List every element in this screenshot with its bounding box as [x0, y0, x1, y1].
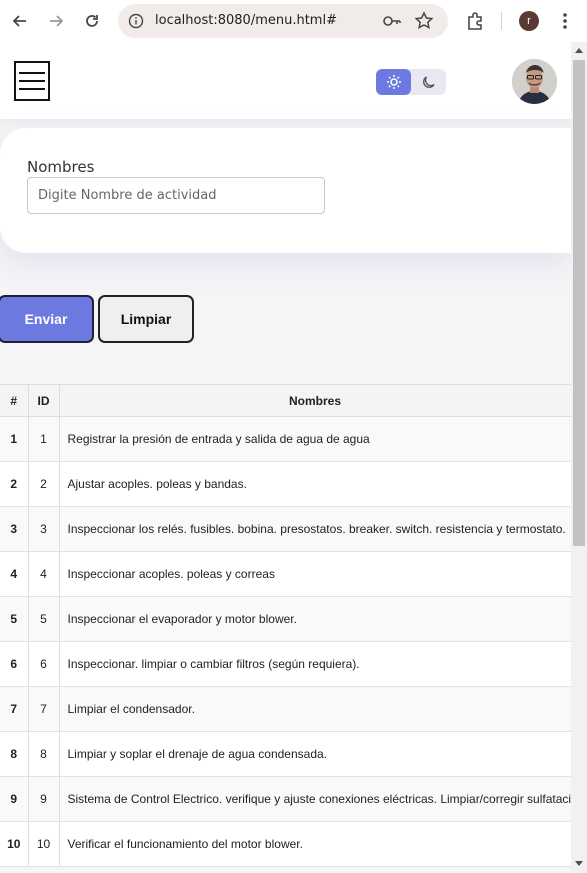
- profile-avatar[interactable]: r: [519, 11, 539, 31]
- row-name: Registrar la presión de entrada y salida…: [59, 416, 571, 462]
- row-name: Verificar el funcionamiento del motor bl…: [59, 821, 571, 867]
- row-number: 4: [0, 551, 29, 597]
- row-id: 1: [28, 416, 60, 462]
- scrollbar-thumb[interactable]: [573, 60, 585, 546]
- row-id: 8: [28, 731, 60, 777]
- column-header-number: #: [0, 384, 29, 417]
- row-number: 7: [0, 686, 29, 732]
- table-row[interactable]: 7 7 Limpiar el condensador.: [0, 686, 571, 732]
- toolbar-separator: [501, 12, 502, 30]
- browser-menu-icon[interactable]: [557, 9, 573, 33]
- user-avatar[interactable]: [512, 59, 557, 104]
- theme-toggle[interactable]: [376, 69, 446, 95]
- row-name: Inspeccionar. limpiar o cambiar filtros …: [59, 641, 571, 687]
- row-name: Ajustar acoples. poleas y bandas.: [59, 461, 571, 507]
- row-name: Inspeccionar los relés. fusibles. bobina…: [59, 506, 571, 552]
- row-id: 3: [28, 506, 60, 552]
- activity-form: Nombres: [0, 128, 571, 253]
- table-row[interactable]: 9 9 Sistema de Control Electrico. verifi…: [0, 776, 571, 822]
- row-number: 8: [0, 731, 29, 777]
- row-number: 3: [0, 506, 29, 552]
- extensions-puzzle-icon[interactable]: [464, 9, 488, 33]
- column-header-nombres: Nombres: [59, 384, 571, 417]
- row-name: Inspeccionar el evaporador y motor blowe…: [59, 596, 571, 642]
- row-name: Sistema de Control Electrico. verifique …: [59, 776, 571, 822]
- scroll-up-arrow-icon[interactable]: [575, 48, 583, 53]
- row-number: 9: [0, 776, 29, 822]
- light-theme-button[interactable]: [376, 69, 411, 95]
- row-number: 10: [0, 821, 29, 867]
- activity-name-input[interactable]: [27, 177, 325, 214]
- app-header: [0, 42, 571, 119]
- table-row[interactable]: 6 6 Inspeccionar. limpiar o cambiar filt…: [0, 641, 571, 687]
- table-header-row: # ID Nombres: [0, 384, 571, 417]
- dark-theme-button[interactable]: [411, 69, 446, 95]
- row-number: 6: [0, 641, 29, 687]
- row-id: 4: [28, 551, 60, 597]
- row-id: 9: [28, 776, 60, 822]
- table-row[interactable]: 3 3 Inspeccionar los relés. fusibles. bo…: [0, 506, 571, 552]
- row-id: 5: [28, 596, 60, 642]
- row-id: 7: [28, 686, 60, 732]
- vertical-scrollbar[interactable]: [571, 42, 587, 873]
- address-bar[interactable]: localhost:8080/menu.html#: [118, 4, 448, 38]
- table-row[interactable]: 1 1 Registrar la presión de entrada y sa…: [0, 416, 571, 462]
- nombres-label: Nombres: [27, 158, 95, 176]
- password-key-icon[interactable]: [382, 12, 402, 30]
- site-info-icon[interactable]: [128, 13, 144, 29]
- back-icon[interactable]: [8, 9, 32, 33]
- forward-icon[interactable]: [44, 9, 68, 33]
- scroll-down-arrow-icon[interactable]: [575, 861, 583, 866]
- send-button[interactable]: Enviar: [0, 295, 94, 343]
- moon-icon: [422, 76, 435, 88]
- table-row[interactable]: 4 4 Inspeccionar acoples. poleas y corre…: [0, 551, 571, 597]
- row-id: 2: [28, 461, 60, 507]
- column-header-id: ID: [28, 384, 60, 417]
- reload-icon[interactable]: [80, 9, 104, 33]
- table-row[interactable]: 10 10 Verificar el funcionamiento del mo…: [0, 821, 571, 867]
- bookmark-star-icon[interactable]: [414, 11, 434, 31]
- row-number: 5: [0, 596, 29, 642]
- table-row[interactable]: 2 2 Ajustar acoples. poleas y bandas.: [0, 461, 571, 507]
- row-name: Inspeccionar acoples. poleas y correas: [59, 551, 571, 597]
- row-number: 1: [0, 416, 29, 462]
- page-viewport: Nombres Enviar Limpiar # ID Nombres 1 1 …: [0, 42, 571, 873]
- menu-toggle-button[interactable]: [14, 61, 50, 101]
- sun-icon: [386, 75, 401, 89]
- clear-button[interactable]: Limpiar: [98, 295, 194, 343]
- browser-toolbar: localhost:8080/menu.html# r: [0, 0, 587, 42]
- row-number: 2: [0, 461, 29, 507]
- url-text[interactable]: localhost:8080/menu.html#: [155, 13, 337, 28]
- row-name: Limpiar el condensador.: [59, 686, 571, 732]
- row-name: Limpiar y soplar el drenaje de agua cond…: [59, 731, 571, 777]
- row-id: 6: [28, 641, 60, 687]
- activities-table: # ID Nombres 1 1 Registrar la presión de…: [0, 384, 571, 867]
- row-id: 10: [28, 821, 60, 867]
- column-header-nombres-label: Nombres: [288, 393, 341, 408]
- table-row[interactable]: 5 5 Inspeccionar el evaporador y motor b…: [0, 596, 571, 642]
- table-row[interactable]: 8 8 Limpiar y soplar el drenaje de agua …: [0, 731, 571, 777]
